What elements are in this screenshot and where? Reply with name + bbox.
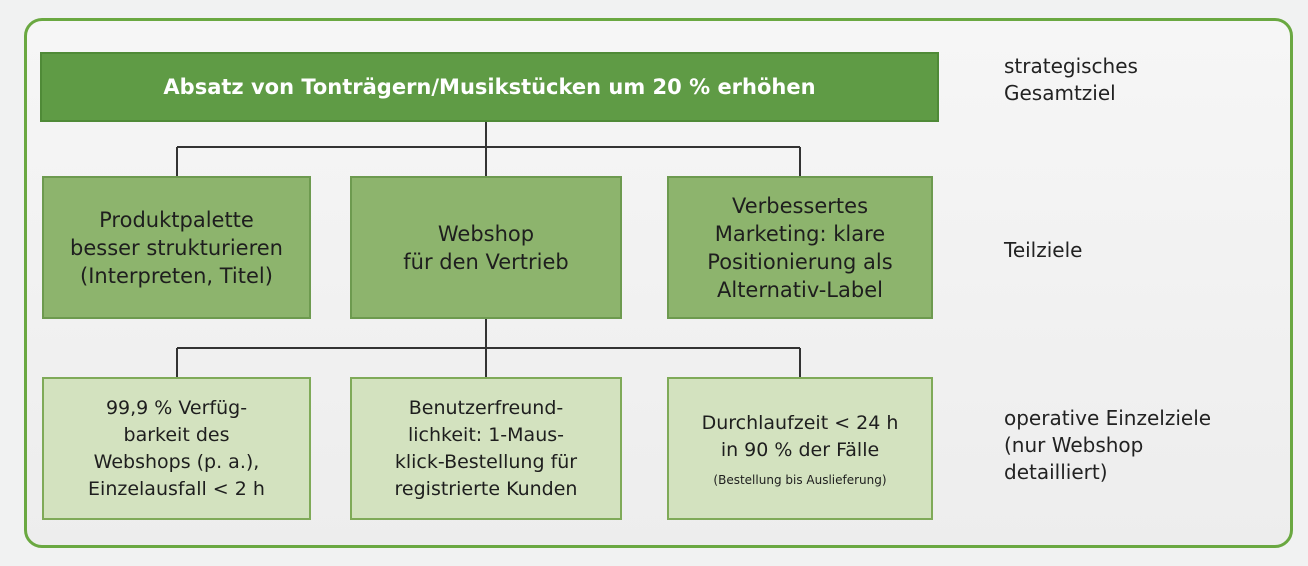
operative-goal-note: (Bestellung bis Auslieferung) [713, 472, 887, 487]
subgoal-box-marketing: Verbessertes Marketing: klare Positionie… [667, 176, 933, 319]
operative-goal-text: 99,9 % Verfüg- barkeit des Webshops (p. … [88, 396, 265, 500]
operative-goal-box-throughput: Durchlaufzeit < 24 h in 90 % der Fälle (… [667, 377, 933, 520]
operative-goal-box-availability: 99,9 % Verfüg- barkeit des Webshops (p. … [42, 377, 311, 520]
subgoal-box-webshop: Webshop für den Vertrieb [350, 176, 622, 319]
operative-goal-text: Benutzerfreund- lichkeit: 1-Maus- klick-… [394, 396, 578, 500]
strategic-goal-box: Absatz von Tonträgern/Musikstücken um 20… [40, 52, 939, 122]
subgoal-box-product-range: Produktpalette besser strukturieren (Int… [42, 176, 311, 319]
level-label-strategic: strategisches Gesamtziel [1004, 54, 1138, 105]
level-label-subgoals: Teilziele [1004, 238, 1083, 262]
operative-goal-text: Durchlaufzeit < 24 h in 90 % der Fälle [701, 411, 899, 461]
level-label-operative: operative Einzelziele (nur Webshop detai… [1004, 406, 1212, 484]
operative-goal-box-usability: Benutzerfreund- lichkeit: 1-Maus- klick-… [350, 377, 622, 520]
